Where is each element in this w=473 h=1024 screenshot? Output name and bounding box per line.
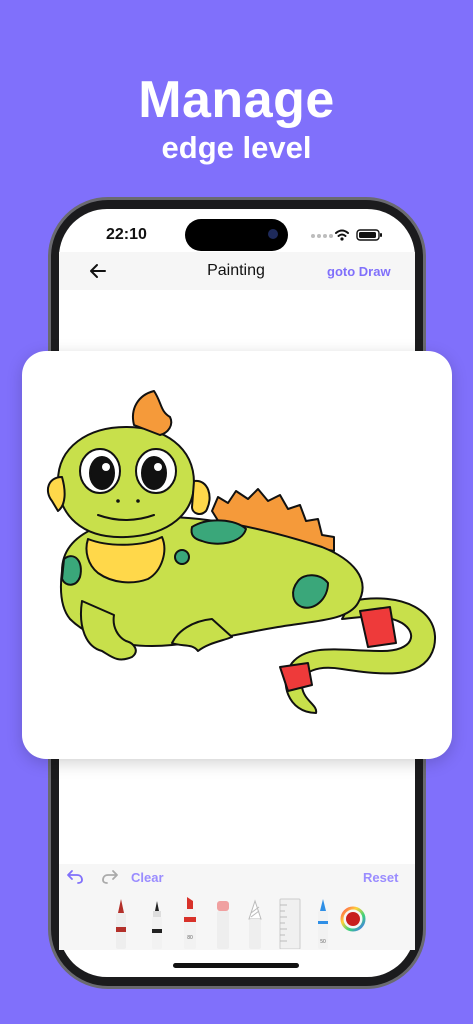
reset-button[interactable]: Reset (363, 870, 398, 885)
undo-icon[interactable] (65, 866, 85, 886)
goto-draw-button[interactable]: goto Draw (327, 264, 391, 279)
nostril-left (116, 499, 120, 503)
pupil-right (141, 456, 167, 490)
battery-icon (356, 229, 382, 241)
marker-size: 80 (187, 935, 193, 941)
shoulder-spot (61, 555, 82, 586)
eye-shine-right (154, 463, 162, 471)
fineliner-tool[interactable] (148, 893, 166, 949)
tail-band-1 (359, 606, 397, 648)
cellular-icon (311, 234, 333, 238)
wifi-icon (335, 229, 349, 237)
wifi-dot (340, 237, 344, 241)
pupil-left (89, 456, 115, 490)
cheek-left (46, 476, 66, 512)
eraser-tool[interactable] (214, 893, 232, 949)
pen-size: 50 (320, 939, 326, 945)
cheek-right (191, 479, 211, 515)
page-title: Painting (207, 262, 265, 279)
promo-subheadline: edge level (161, 130, 312, 165)
eye-shine-left (102, 463, 110, 471)
color-picker-icon[interactable] (340, 906, 366, 932)
redo-icon[interactable] (100, 866, 120, 886)
home-indicator (173, 963, 299, 968)
front-camera (268, 229, 278, 239)
status-icons (311, 229, 382, 241)
brush-tool[interactable] (112, 893, 130, 949)
iguana-illustration (46, 390, 437, 714)
tail-band-2 (279, 662, 313, 692)
nostril-right (136, 499, 140, 503)
arrow-left-icon[interactable] (87, 260, 109, 282)
drawing-canvas[interactable] (22, 351, 452, 759)
promo-headline: Manage (138, 71, 335, 129)
body-dot (174, 549, 190, 565)
marker-tool[interactable]: 80 (180, 893, 200, 949)
pencil-tool[interactable] (246, 893, 264, 949)
status-time: 22:10 (106, 226, 147, 243)
ruler-tool[interactable] (278, 893, 302, 949)
pen-tool[interactable]: 50 (314, 893, 332, 949)
clear-button[interactable]: Clear (131, 870, 164, 885)
